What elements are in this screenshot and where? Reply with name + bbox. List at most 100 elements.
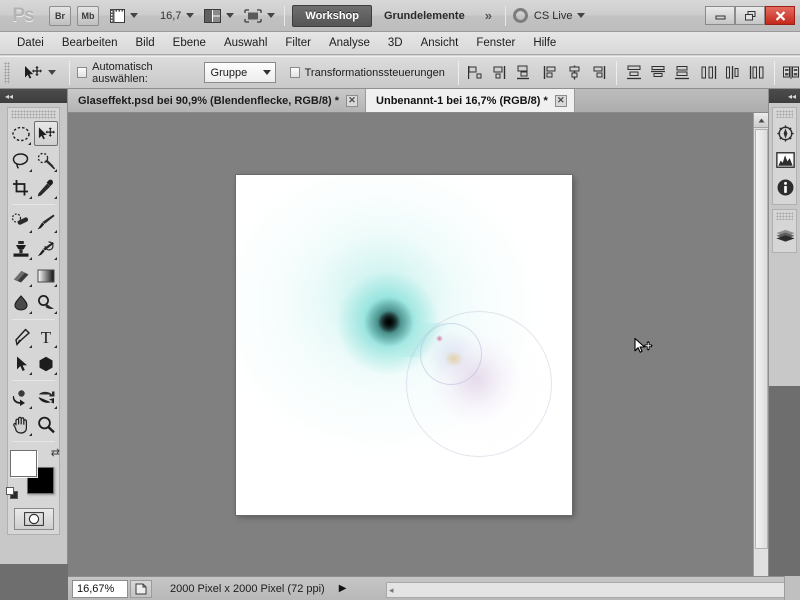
tool-3d-orbit[interactable] xyxy=(35,385,59,410)
menu-bearbeiten[interactable]: Bearbeiten xyxy=(53,34,127,52)
arrange-documents-button[interactable] xyxy=(202,5,236,27)
tool-path-selection[interactable] xyxy=(9,351,33,376)
menu-3d[interactable]: 3D xyxy=(379,34,412,52)
tool-gradient[interactable] xyxy=(35,263,59,288)
canvas-vertical-scrollbar[interactable] xyxy=(753,113,769,576)
tool-history-brush[interactable] xyxy=(35,236,59,261)
toolbox-collapse-button[interactable]: ◂◂ xyxy=(0,89,67,103)
distribute-horizontal-centers-button[interactable] xyxy=(723,63,743,83)
canvas-horizontal-scrollbar[interactable]: ◂ ▸ xyxy=(386,582,800,598)
tool-elliptical-marquee[interactable] xyxy=(9,121,32,146)
align-left-edges-button[interactable] xyxy=(466,63,486,83)
menu-datei[interactable]: Datei xyxy=(8,34,53,52)
tool-eraser[interactable] xyxy=(9,263,33,288)
tool-blur[interactable] xyxy=(9,290,33,315)
quick-mask-toggle[interactable] xyxy=(13,508,54,530)
toolbox-panel: ◂◂ T ⇄ xyxy=(0,89,68,600)
tool-dodge[interactable] xyxy=(35,290,59,315)
align-vertical-centers-button[interactable] xyxy=(565,63,585,83)
panel-button-info[interactable] xyxy=(773,174,797,200)
distribute-right-edges-button[interactable] xyxy=(747,63,767,83)
dock-collapse-button[interactable]: ◂◂ xyxy=(769,89,800,103)
menu-analyse[interactable]: Analyse xyxy=(320,34,379,52)
tool-zoom[interactable] xyxy=(35,412,59,437)
document-tab-close-icon[interactable]: ✕ xyxy=(346,94,359,107)
status-expand-button[interactable]: ▶ xyxy=(339,583,347,594)
preview-options-button[interactable] xyxy=(130,579,152,598)
options-bar-grip[interactable] xyxy=(4,61,11,84)
align-horizontal-centers-button[interactable] xyxy=(490,63,510,83)
align-top-edges-button[interactable] xyxy=(541,63,561,83)
tool-lasso[interactable] xyxy=(9,148,33,173)
launch-bridge-button[interactable]: Br xyxy=(49,5,71,26)
scroll-up-button[interactable] xyxy=(754,113,769,128)
canvas-stage[interactable] xyxy=(68,113,768,576)
tool-pen[interactable] xyxy=(9,324,33,349)
zoom-percentage-field[interactable]: 16,67% xyxy=(72,579,128,598)
menu-ansicht[interactable]: Ansicht xyxy=(412,34,468,52)
panel-button-layers[interactable] xyxy=(773,222,797,248)
menu-hilfe[interactable]: Hilfe xyxy=(524,34,565,52)
dock-drag-handle[interactable] xyxy=(776,212,793,220)
distribute-left-edges-button[interactable] xyxy=(699,63,719,83)
toolbar-divider xyxy=(284,5,286,26)
scroll-left-button[interactable]: ◂ xyxy=(389,585,394,596)
tool-move[interactable] xyxy=(34,121,58,146)
close-button[interactable] xyxy=(765,6,795,25)
dock-drag-handle[interactable] xyxy=(776,110,793,118)
scroll-thumb-vertical[interactable] xyxy=(755,129,768,549)
document-tab-glaseffekt[interactable]: Glaseffekt.psd bei 90,9% (Blendenflecke,… xyxy=(68,89,367,112)
align-bottom-edges-button[interactable] xyxy=(589,63,609,83)
tool-quick-selection[interactable] xyxy=(35,148,59,173)
distribute-top-edges-button[interactable] xyxy=(624,63,644,83)
distribute-left-edges-icon xyxy=(701,66,717,79)
transform-controls-checkbox[interactable] xyxy=(289,67,300,78)
auto-select-scope-dropdown[interactable]: Gruppe xyxy=(203,62,276,83)
chevron-up-icon xyxy=(758,118,765,122)
distribute-vertical-centers-button[interactable] xyxy=(648,63,668,83)
tool-type[interactable]: T xyxy=(35,324,59,349)
launch-mini-bridge-button[interactable]: Mb xyxy=(77,5,99,26)
screen-mode-button[interactable] xyxy=(242,5,277,27)
tool-spot-healing-brush[interactable] xyxy=(9,209,33,234)
menu-fenster[interactable]: Fenster xyxy=(467,34,524,52)
panel-button-histogram[interactable] xyxy=(773,147,797,173)
align-vertical-group xyxy=(541,63,609,83)
swap-colors-button[interactable]: ⇄ xyxy=(51,446,60,459)
default-colors-button[interactable] xyxy=(6,487,19,500)
minimize-button[interactable] xyxy=(705,6,735,25)
menu-auswahl[interactable]: Auswahl xyxy=(215,34,276,52)
restore-button[interactable] xyxy=(735,6,765,25)
active-tool-preset-button[interactable] xyxy=(15,65,62,81)
document-canvas[interactable] xyxy=(236,175,572,515)
menu-ebene[interactable]: Ebene xyxy=(164,34,215,52)
foreground-color-swatch[interactable] xyxy=(10,450,37,477)
tool-brush[interactable] xyxy=(35,209,59,234)
more-workspaces-button[interactable]: » xyxy=(485,8,492,23)
auto-align-layers-button[interactable] xyxy=(782,63,800,83)
menu-filter[interactable]: Filter xyxy=(276,34,320,52)
document-tab-unbenannt-1[interactable]: Unbenannt-1 bei 16,7% (RGB/8) * ✕ xyxy=(366,89,575,112)
toolbox-drag-handle[interactable] xyxy=(11,110,56,119)
toolbar-divider-2 xyxy=(504,5,506,26)
tool-flyout-corner xyxy=(54,169,57,172)
cs-live-button[interactable]: CS Live xyxy=(512,8,586,23)
menu-bild[interactable]: Bild xyxy=(126,34,163,52)
document-tab-close-icon[interactable]: ✕ xyxy=(554,94,567,107)
distribute-bottom-edges-button[interactable] xyxy=(672,63,692,83)
tool-eyedropper[interactable] xyxy=(35,175,59,200)
tool-hand[interactable] xyxy=(9,412,33,437)
align-right-edges-button[interactable] xyxy=(514,63,534,83)
zoom-level-control[interactable]: 16,7 xyxy=(146,5,196,27)
title-bar: Ps Br Mb 16,7 Workshop Grundelemente » C… xyxy=(0,0,800,32)
tool-crop[interactable] xyxy=(9,175,33,200)
workspace-tab-grundelemente[interactable]: Grundelemente xyxy=(372,5,477,27)
tool-rotate-view[interactable] xyxy=(9,385,33,410)
view-extras-button[interactable] xyxy=(108,5,140,27)
distribute-horizontal-group xyxy=(699,63,767,83)
panel-button-navigator[interactable] xyxy=(773,120,797,146)
auto-select-checkbox[interactable] xyxy=(77,67,88,78)
tool-clone-stamp[interactable] xyxy=(9,236,33,261)
tool-shape[interactable] xyxy=(35,351,59,376)
workspace-tab-workshop[interactable]: Workshop xyxy=(292,4,372,27)
